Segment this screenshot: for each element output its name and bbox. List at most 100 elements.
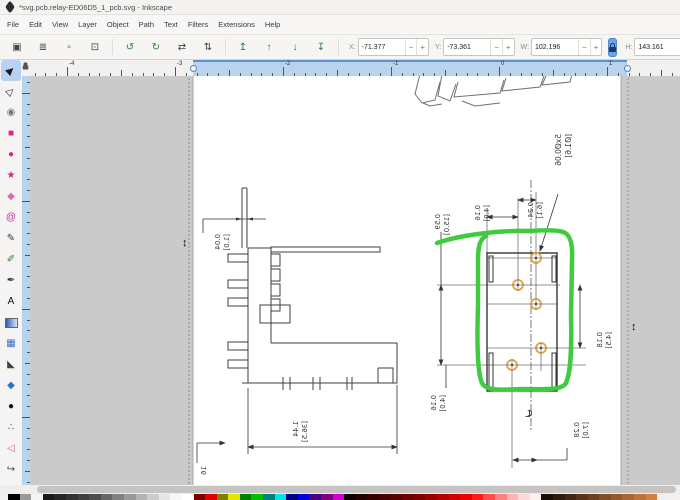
palette-swatch[interactable]	[78, 494, 90, 500]
palette-swatch[interactable]	[437, 494, 449, 500]
palette-swatch[interactable]	[495, 494, 507, 500]
w-increment-button[interactable]: +	[590, 39, 602, 55]
palette-swatch[interactable]	[147, 494, 159, 500]
x-increment-button[interactable]: +	[416, 39, 428, 55]
palette-swatch[interactable]	[54, 494, 66, 500]
palette-swatch[interactable]	[31, 494, 43, 500]
palette-swatch[interactable]	[298, 494, 310, 500]
palette-swatch[interactable]	[483, 494, 495, 500]
palette-swatch[interactable]	[240, 494, 252, 500]
palette-swatch[interactable]	[588, 494, 600, 500]
palette-swatch[interactable]	[136, 494, 148, 500]
palette-swatch[interactable]	[182, 494, 194, 500]
palette-swatch[interactable]	[449, 494, 461, 500]
spray-tool[interactable]: ∴	[1, 417, 21, 438]
selector-tool[interactable]: ▶	[1, 60, 21, 81]
horizontal-scrollbar-thumb[interactable]	[37, 486, 676, 493]
rotate-ccw-button[interactable]: ↺	[120, 38, 140, 56]
pencil-tool[interactable]: ✎	[1, 228, 21, 249]
selection-box-button[interactable]: ⊡	[85, 38, 105, 56]
palette-swatch[interactable]	[321, 494, 333, 500]
palette-swatch[interactable]	[565, 494, 577, 500]
bezier-pen-tool[interactable]: ✐	[1, 249, 21, 270]
palette-swatch[interactable]	[379, 494, 391, 500]
select-all-layers-button[interactable]: ≣	[33, 38, 53, 56]
x-decrement-button[interactable]: −	[405, 39, 417, 55]
menu-filters[interactable]: Filters	[183, 17, 213, 32]
y-increment-button[interactable]: +	[502, 39, 514, 55]
palette-swatch[interactable]	[622, 494, 634, 500]
palette-swatch[interactable]	[263, 494, 275, 500]
box-3d-tool[interactable]: ◆	[1, 186, 21, 207]
menu-view[interactable]: View	[47, 17, 73, 32]
palette-swatch[interactable]	[344, 494, 356, 500]
palette-swatch[interactable]	[460, 494, 472, 500]
lower-to-bottom-button[interactable]: ↧	[311, 38, 331, 56]
palette-swatch[interactable]	[472, 494, 484, 500]
w-decrement-button[interactable]: −	[578, 39, 590, 55]
ink-tool[interactable]: ●	[1, 396, 21, 417]
resize-handle-right[interactable]: ↕	[631, 321, 637, 333]
menu-edit[interactable]: Edit	[24, 17, 47, 32]
palette-swatch[interactable]	[309, 494, 321, 500]
lock-aspect-ratio-button[interactable]	[608, 38, 617, 57]
resize-handle-left[interactable]: ↕	[182, 237, 188, 249]
palette-swatch[interactable]	[43, 494, 55, 500]
y-input[interactable]: -73.361	[444, 44, 490, 51]
gradient-tool[interactable]	[1, 312, 21, 333]
palette-swatch[interactable]	[611, 494, 623, 500]
palette-swatch[interactable]	[228, 494, 240, 500]
mesh-tool[interactable]: ▦	[1, 333, 21, 354]
palette-swatch[interactable]	[646, 494, 658, 500]
palette-swatch[interactable]	[124, 494, 136, 500]
palette-swatch[interactable]	[333, 494, 345, 500]
palette-swatch[interactable]	[634, 494, 646, 500]
lower-button[interactable]: ↓	[285, 38, 305, 56]
palette-swatch[interactable]	[101, 494, 113, 500]
flip-horizontal-button[interactable]: ⇄	[172, 38, 192, 56]
width-input[interactable]: 102.196	[532, 44, 578, 51]
paint-bucket-tool[interactable]: ◆	[1, 375, 21, 396]
menu-extensions[interactable]: Extensions	[213, 17, 260, 32]
raise-to-top-button[interactable]: ↥	[233, 38, 253, 56]
node-editor-tool[interactable]: ▷	[1, 81, 21, 102]
rectangle-tool[interactable]: ■	[1, 123, 21, 144]
height-input[interactable]: 143.161	[635, 44, 680, 51]
palette-swatch[interactable]	[518, 494, 530, 500]
palette-swatch[interactable]	[275, 494, 287, 500]
menu-file[interactable]: File	[2, 17, 24, 32]
flip-vertical-button[interactable]: ⇅	[198, 38, 218, 56]
palette-swatch[interactable]	[20, 494, 32, 500]
palette-swatch[interactable]	[391, 494, 403, 500]
palette-swatch[interactable]	[507, 494, 519, 500]
rotate-cw-button[interactable]: ↻	[146, 38, 166, 56]
palette-swatch[interactable]	[530, 494, 542, 500]
star-tool[interactable]: ★	[1, 165, 21, 186]
menu-path[interactable]: Path	[134, 17, 159, 32]
palette-swatch[interactable]	[217, 494, 229, 500]
palette-swatch[interactable]	[553, 494, 565, 500]
palette-swatch[interactable]	[159, 494, 171, 500]
menu-object[interactable]: Object	[102, 17, 134, 32]
palette-swatch[interactable]	[89, 494, 101, 500]
raise-button[interactable]: ↑	[259, 38, 279, 56]
palette-swatch[interactable]	[599, 494, 611, 500]
canvas[interactable]: 0.04 [1.0] 1.44 [36.5] 16	[30, 76, 680, 485]
palette-swatch[interactable]	[367, 494, 379, 500]
y-decrement-button[interactable]: −	[490, 39, 502, 55]
palette-swatch[interactable]	[170, 494, 182, 500]
palette-swatch[interactable]	[66, 494, 78, 500]
dropper-tool[interactable]: ◣	[1, 354, 21, 375]
deselect-button[interactable]: ▫	[59, 38, 79, 56]
palette-swatch[interactable]	[251, 494, 263, 500]
ellipse-tool[interactable]: ●	[1, 144, 21, 165]
x-input[interactable]: -71.377	[359, 44, 405, 51]
palette-swatch[interactable]	[541, 494, 553, 500]
menu-help[interactable]: Help	[260, 17, 285, 32]
palette-swatch[interactable]	[356, 494, 368, 500]
palette-swatch[interactable]	[8, 494, 20, 500]
select-all-button[interactable]: ▣	[7, 38, 27, 56]
palette-swatch[interactable]	[112, 494, 124, 500]
tweak-tool[interactable]: ◉	[1, 102, 21, 123]
palette-swatch[interactable]	[414, 494, 426, 500]
